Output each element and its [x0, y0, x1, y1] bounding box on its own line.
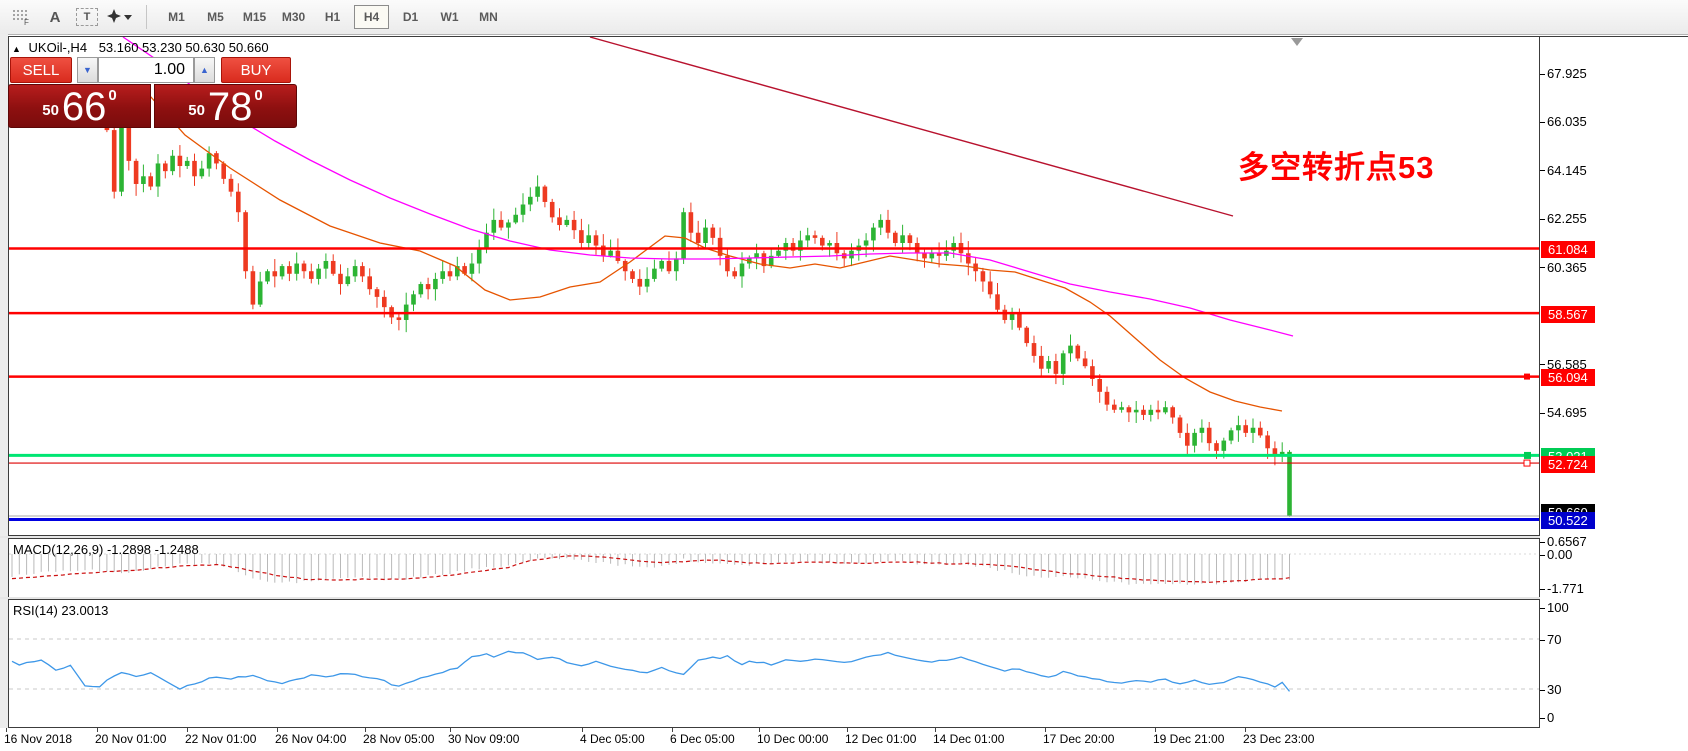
mt4-window: F A T M1M5M15M30H1H4D1W1MN 67.92566.0356… [0, 0, 1688, 751]
rsi-label: RSI(14) 23.0013 [13, 603, 108, 618]
chart-annotation-text[interactable]: 多空转折点53 [1238, 142, 1434, 187]
macd-values: -1.2898 -1.2488 [107, 542, 199, 557]
volume-decrease-button[interactable]: ▼ [77, 57, 98, 83]
one-click-trading-panel: ▲ UKOil-,H4 53.160 53.230 50.630 50.660 … [8, 38, 301, 131]
sell-button[interactable]: SELL [10, 57, 72, 83]
volume-input[interactable] [98, 57, 194, 83]
symbol-header[interactable]: ▲ UKOil-,H4 53.160 53.230 50.630 50.660 [12, 40, 269, 55]
buy-price-int: 50 [188, 102, 205, 119]
macd-histogram [12, 554, 1290, 585]
rsi-value: 23.0013 [61, 603, 108, 618]
macd-name: MACD(12,26,9) [13, 542, 103, 557]
rsi-name: RSI(14) [13, 603, 58, 618]
ohlc-values: 53.160 53.230 50.630 50.660 [99, 40, 269, 55]
buy-price-pip: 0 [254, 87, 262, 104]
buy-price-panel[interactable]: 50 78 0 [154, 84, 297, 128]
macd-signal-line [12, 556, 1290, 582]
sell-price-pip: 0 [108, 87, 116, 104]
buy-price-main: 78 [208, 90, 253, 124]
volume-increase-button[interactable]: ▲ [194, 57, 215, 83]
candlestick-series [10, 97, 1292, 517]
collapse-triangle-icon[interactable]: ▲ [12, 44, 21, 54]
line-handle[interactable] [1524, 460, 1530, 466]
sell-price-main: 66 [62, 90, 107, 124]
chart-shift-marker[interactable] [1291, 38, 1303, 46]
ma-fast-line [150, 96, 1282, 411]
symbol-name: UKOil-,H4 [29, 40, 88, 55]
sell-price-panel[interactable]: 50 66 0 [8, 84, 151, 128]
sell-price-int: 50 [42, 102, 59, 119]
macd-label: MACD(12,26,9) -1.2898 -1.2488 [13, 542, 199, 557]
line-handle[interactable] [1524, 452, 1531, 459]
line-handle[interactable] [1524, 374, 1530, 380]
buy-button[interactable]: BUY [221, 57, 291, 83]
rsi-line [12, 651, 1290, 691]
trendline[interactable] [590, 37, 1233, 216]
